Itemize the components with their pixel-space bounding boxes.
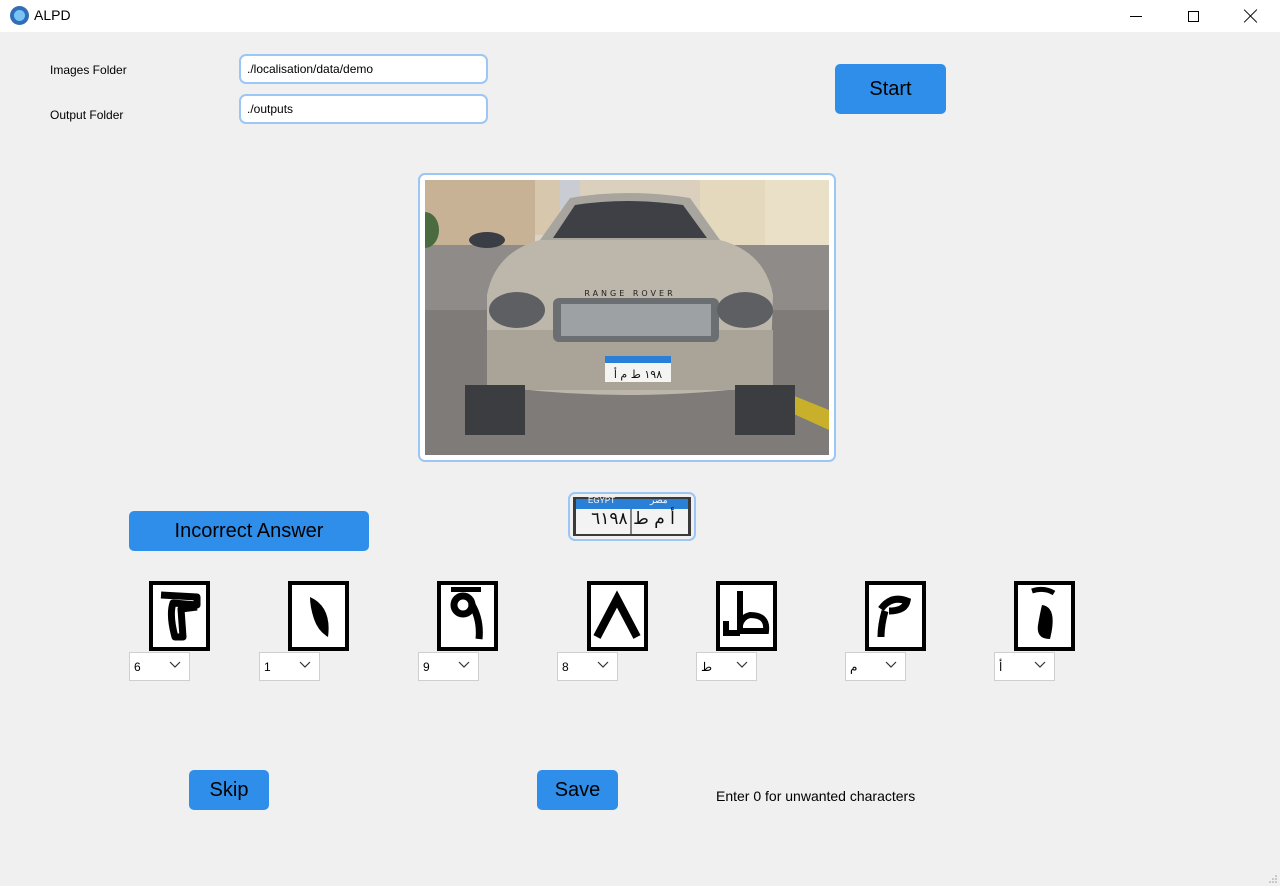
app-logo-icon bbox=[10, 6, 29, 25]
title-bar: ALPD bbox=[0, 0, 1280, 32]
images-folder-label: Images Folder bbox=[50, 63, 127, 77]
char-select-3[interactable]: 9 bbox=[418, 652, 479, 681]
plate-country-text: EGYPT bbox=[588, 496, 616, 505]
start-button[interactable]: Start bbox=[835, 64, 946, 114]
svg-text:RANGE ROVER: RANGE ROVER bbox=[584, 289, 675, 298]
plate-country-text-ar: مصر bbox=[650, 495, 668, 505]
char-crop-5 bbox=[716, 581, 777, 651]
char-select-4[interactable]: 8 bbox=[557, 652, 618, 681]
chevron-down-icon bbox=[736, 661, 748, 668]
resize-grip-icon[interactable] bbox=[1268, 874, 1278, 884]
char-crop-2 bbox=[288, 581, 349, 651]
char-select-value: أ bbox=[999, 660, 1003, 674]
char-select-value: 9 bbox=[423, 660, 430, 674]
char-select-2[interactable]: 1 bbox=[259, 652, 320, 681]
chevron-down-icon bbox=[169, 661, 181, 668]
close-icon bbox=[1244, 9, 1258, 23]
char-select-value: م bbox=[850, 660, 858, 674]
close-button[interactable] bbox=[1222, 0, 1280, 32]
chevron-down-icon bbox=[458, 661, 470, 668]
incorrect-answer-button[interactable]: Incorrect Answer bbox=[129, 511, 369, 551]
char-crop-image bbox=[593, 590, 641, 639]
char-select-value: 6 bbox=[134, 660, 141, 674]
skip-button[interactable]: Skip bbox=[189, 770, 269, 810]
char-select-7[interactable]: أ bbox=[994, 652, 1055, 681]
window-title: ALPD bbox=[34, 7, 71, 23]
chevron-down-icon bbox=[299, 661, 311, 668]
char-crop-image bbox=[450, 587, 483, 640]
char-crop-image bbox=[877, 595, 912, 638]
output-folder-label: Output Folder bbox=[50, 108, 124, 122]
maximize-button[interactable] bbox=[1164, 0, 1222, 32]
images-folder-input[interactable] bbox=[239, 54, 488, 84]
car-image-frame: ١٩٨ ط م أ RANGE ROVER bbox=[418, 173, 836, 462]
char-crop-image bbox=[160, 591, 201, 641]
char-crop-6 bbox=[865, 581, 926, 651]
chevron-down-icon bbox=[597, 661, 609, 668]
hint-text: Enter 0 for unwanted characters bbox=[716, 788, 916, 804]
char-select-6[interactable]: م bbox=[845, 652, 906, 681]
char-crop-3 bbox=[437, 581, 498, 651]
maximize-icon bbox=[1187, 10, 1199, 22]
char-select-value: 8 bbox=[562, 660, 569, 674]
char-crop-1 bbox=[149, 581, 210, 651]
chevron-down-icon bbox=[885, 661, 897, 668]
car-photo: ١٩٨ ط م أ RANGE ROVER bbox=[425, 180, 829, 455]
minimize-icon bbox=[1130, 15, 1142, 17]
minimize-button[interactable] bbox=[1107, 0, 1165, 32]
output-folder-input[interactable] bbox=[239, 94, 488, 124]
char-crop-image bbox=[1031, 586, 1056, 639]
char-select-5[interactable]: ط bbox=[696, 652, 757, 681]
char-crop-7 bbox=[1014, 581, 1075, 651]
char-crop-image bbox=[723, 591, 770, 636]
char-crop-image bbox=[310, 597, 329, 637]
svg-text:١٩٨ ط م أ: ١٩٨ ط م أ bbox=[614, 367, 662, 381]
char-crop-4 bbox=[587, 581, 648, 651]
char-select-value: 1 bbox=[264, 660, 271, 674]
char-select-value: ط bbox=[701, 660, 713, 674]
save-button[interactable]: Save bbox=[537, 770, 618, 810]
plate-number-text: أ م ط ٦١٩٨ bbox=[591, 509, 675, 529]
chevron-down-icon bbox=[1034, 661, 1046, 668]
char-select-1[interactable]: 6 bbox=[129, 652, 190, 681]
